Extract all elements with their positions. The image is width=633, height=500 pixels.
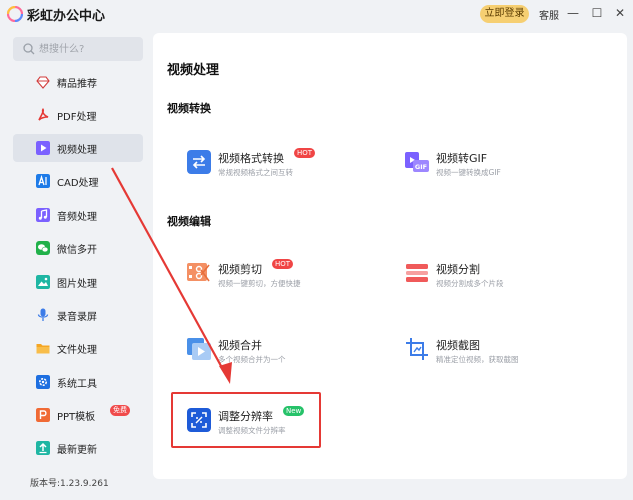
sidebar-item-label: 音频处理 (57, 212, 97, 223)
sidebar-item-label: 系统工具 (57, 379, 97, 390)
sidebar-item-recommend[interactable]: 精品推荐 (13, 68, 143, 96)
tool-video-to-gif[interactable]: GIF 视频转GIF 视频一键转换成GIF (405, 148, 595, 188)
sidebar-item-label: PPT模板 (57, 412, 96, 423)
tool-video-cut[interactable]: 视频剪切 HOT 视频一键剪切，方便快捷 (187, 259, 377, 299)
close-button[interactable]: ✕ (612, 4, 628, 22)
customer-service-link[interactable]: 客服 (539, 7, 559, 22)
tool-name: 视频截图 (436, 339, 480, 352)
tool-name: 视频转GIF (436, 152, 488, 165)
sidebar-item-cad[interactable]: CAD处理 (13, 167, 143, 195)
hot-badge: HOT (272, 259, 294, 269)
sidebar-item-label: 视频处理 (57, 145, 97, 156)
title-bar: 彩虹办公中心 立即登录 客服 — ☐ ✕ (0, 0, 633, 28)
sidebar-item-label: 微信多开 (57, 245, 97, 256)
image-icon (36, 275, 50, 289)
recommend-icon (36, 76, 50, 89)
tool-adjust-resolution[interactable]: 调整分辨率 New 调整视频文件分辨率 (187, 406, 377, 446)
sidebar-item-label: 图片处理 (57, 279, 97, 290)
sidebar-item-wechat[interactable]: 微信多开 (13, 234, 143, 262)
free-badge: 免费 (110, 405, 130, 416)
minimize-button[interactable]: — (565, 4, 581, 22)
sidebar-item-update[interactable]: 最新更新 (13, 434, 143, 462)
sidebar-item-label: CAD处理 (57, 178, 99, 189)
wechat-icon (36, 241, 50, 255)
tool-desc: 常规视频格式之间互转 (218, 168, 293, 177)
sidebar-item-file[interactable]: 文件处理 (13, 334, 143, 362)
video-cut-icon (187, 263, 210, 282)
tool-name: 视频格式转换 (218, 152, 284, 165)
svg-text:GIF: GIF (415, 163, 427, 171)
tool-video-merge[interactable]: 视频合并 多个视频合并为一个 (187, 335, 377, 375)
sidebar-item-label: 录音录屏 (57, 312, 97, 323)
version-label: 版本号:1.23.9.261 (30, 479, 109, 489)
sidebar-item-label: PDF处理 (57, 112, 97, 123)
tool-desc: 视频分割成多个片段 (436, 279, 504, 288)
tool-video-screenshot[interactable]: 视频截图 精准定位视频，获取截图 (405, 335, 595, 375)
section-title-edit: 视频编辑 (167, 215, 211, 228)
app-title: 彩虹办公中心 (27, 9, 106, 24)
tool-name: 视频剪切 (218, 263, 262, 276)
search-box[interactable] (13, 37, 143, 61)
sidebar-item-label: 文件处理 (57, 345, 97, 356)
sidebar-item-video[interactable]: 视频处理 (13, 134, 143, 162)
video-icon (36, 141, 50, 155)
pdf-icon (38, 108, 49, 121)
tool-desc: 多个视频合并为一个 (218, 355, 286, 364)
sidebar-item-pdf[interactable]: PDF处理 (13, 101, 143, 129)
tool-desc: 精准定位视频，获取截图 (436, 355, 519, 364)
search-icon (23, 43, 35, 55)
main-panel: 视频处理 视频转换 视频格式转换 HOT 常规视频格式之间互转 GIF 视频转G… (153, 33, 627, 479)
split-icon (406, 264, 428, 282)
ppt-icon (36, 408, 50, 422)
tool-video-format-convert[interactable]: 视频格式转换 HOT 常规视频格式之间互转 (187, 148, 377, 188)
login-button[interactable]: 立即登录 (480, 5, 529, 23)
tool-name: 视频分割 (436, 263, 480, 276)
sidebar-item-image[interactable]: 图片处理 (13, 268, 143, 296)
rainbow-logo-icon (7, 6, 23, 22)
hot-badge: HOT (294, 148, 316, 158)
cad-icon (36, 174, 50, 188)
tool-desc: 视频一键剪切，方便快捷 (218, 279, 301, 288)
resolution-icon (187, 408, 211, 432)
sidebar-item-audio[interactable]: 音频处理 (13, 201, 143, 229)
sidebar-item-ppt[interactable]: PPT模板 免费 (13, 401, 143, 429)
sidebar-item-label: 精品推荐 (57, 79, 97, 90)
new-badge: New (283, 406, 305, 416)
crop-icon (406, 338, 428, 360)
gear-icon (36, 375, 50, 389)
sidebar-item-record[interactable]: 录音录屏 (13, 301, 143, 329)
sidebar-item-label: 最新更新 (57, 445, 97, 456)
page-title: 视频处理 (167, 63, 220, 78)
folder-icon (36, 344, 50, 354)
tool-video-split[interactable]: 视频分割 视频分割成多个片段 (405, 259, 595, 299)
section-title-convert: 视频转换 (167, 102, 211, 115)
search-input[interactable] (39, 40, 139, 58)
music-note-icon (36, 208, 50, 222)
tool-desc: 视频一键转换成GIF (436, 168, 501, 177)
maximize-button[interactable]: ☐ (589, 4, 605, 22)
tool-desc: 调整视频文件分辨率 (218, 426, 286, 435)
sidebar-item-system[interactable]: 系统工具 (13, 368, 143, 396)
tool-name: 视频合并 (218, 339, 262, 352)
microphone-icon (37, 308, 49, 321)
update-icon (36, 441, 50, 455)
tool-name: 调整分辨率 (218, 410, 273, 423)
merge-icon (187, 338, 211, 360)
convert-arrows-icon (187, 150, 211, 174)
gif-icon: GIF (405, 152, 429, 172)
